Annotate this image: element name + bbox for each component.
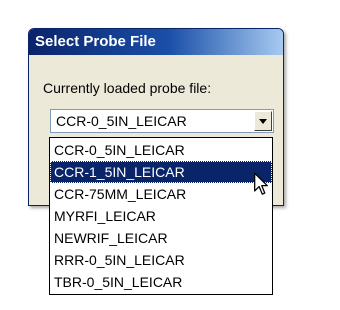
dropdown-button[interactable] (254, 111, 272, 131)
probe-file-dropdown-list[interactable]: CCR-0_5IN_LEICAR CCR-1_5IN_LEICAR CCR-75… (49, 137, 273, 295)
list-item[interactable]: MYRFI_LEICAR (50, 205, 272, 227)
list-item[interactable]: NEWRIF_LEICAR (50, 227, 272, 249)
list-item[interactable]: RRR-0_5IN_LEICAR (50, 249, 272, 271)
combobox-value: CCR-0_5IN_LEICAR (56, 113, 187, 129)
list-item-selected[interactable]: CCR-1_5IN_LEICAR (50, 161, 272, 183)
dialog-title: Select Probe File (29, 29, 283, 55)
list-item[interactable]: CCR-75MM_LEICAR (50, 183, 272, 205)
currently-loaded-label: Currently loaded probe file: (43, 80, 212, 96)
probe-file-combobox[interactable]: CCR-0_5IN_LEICAR (50, 109, 274, 133)
list-item[interactable]: TBR-0_5IN_LEICAR (50, 271, 272, 293)
list-item[interactable]: CCR-0_5IN_LEICAR (50, 139, 272, 161)
arrow-cursor-icon (254, 172, 268, 195)
chevron-down-icon (259, 118, 267, 124)
